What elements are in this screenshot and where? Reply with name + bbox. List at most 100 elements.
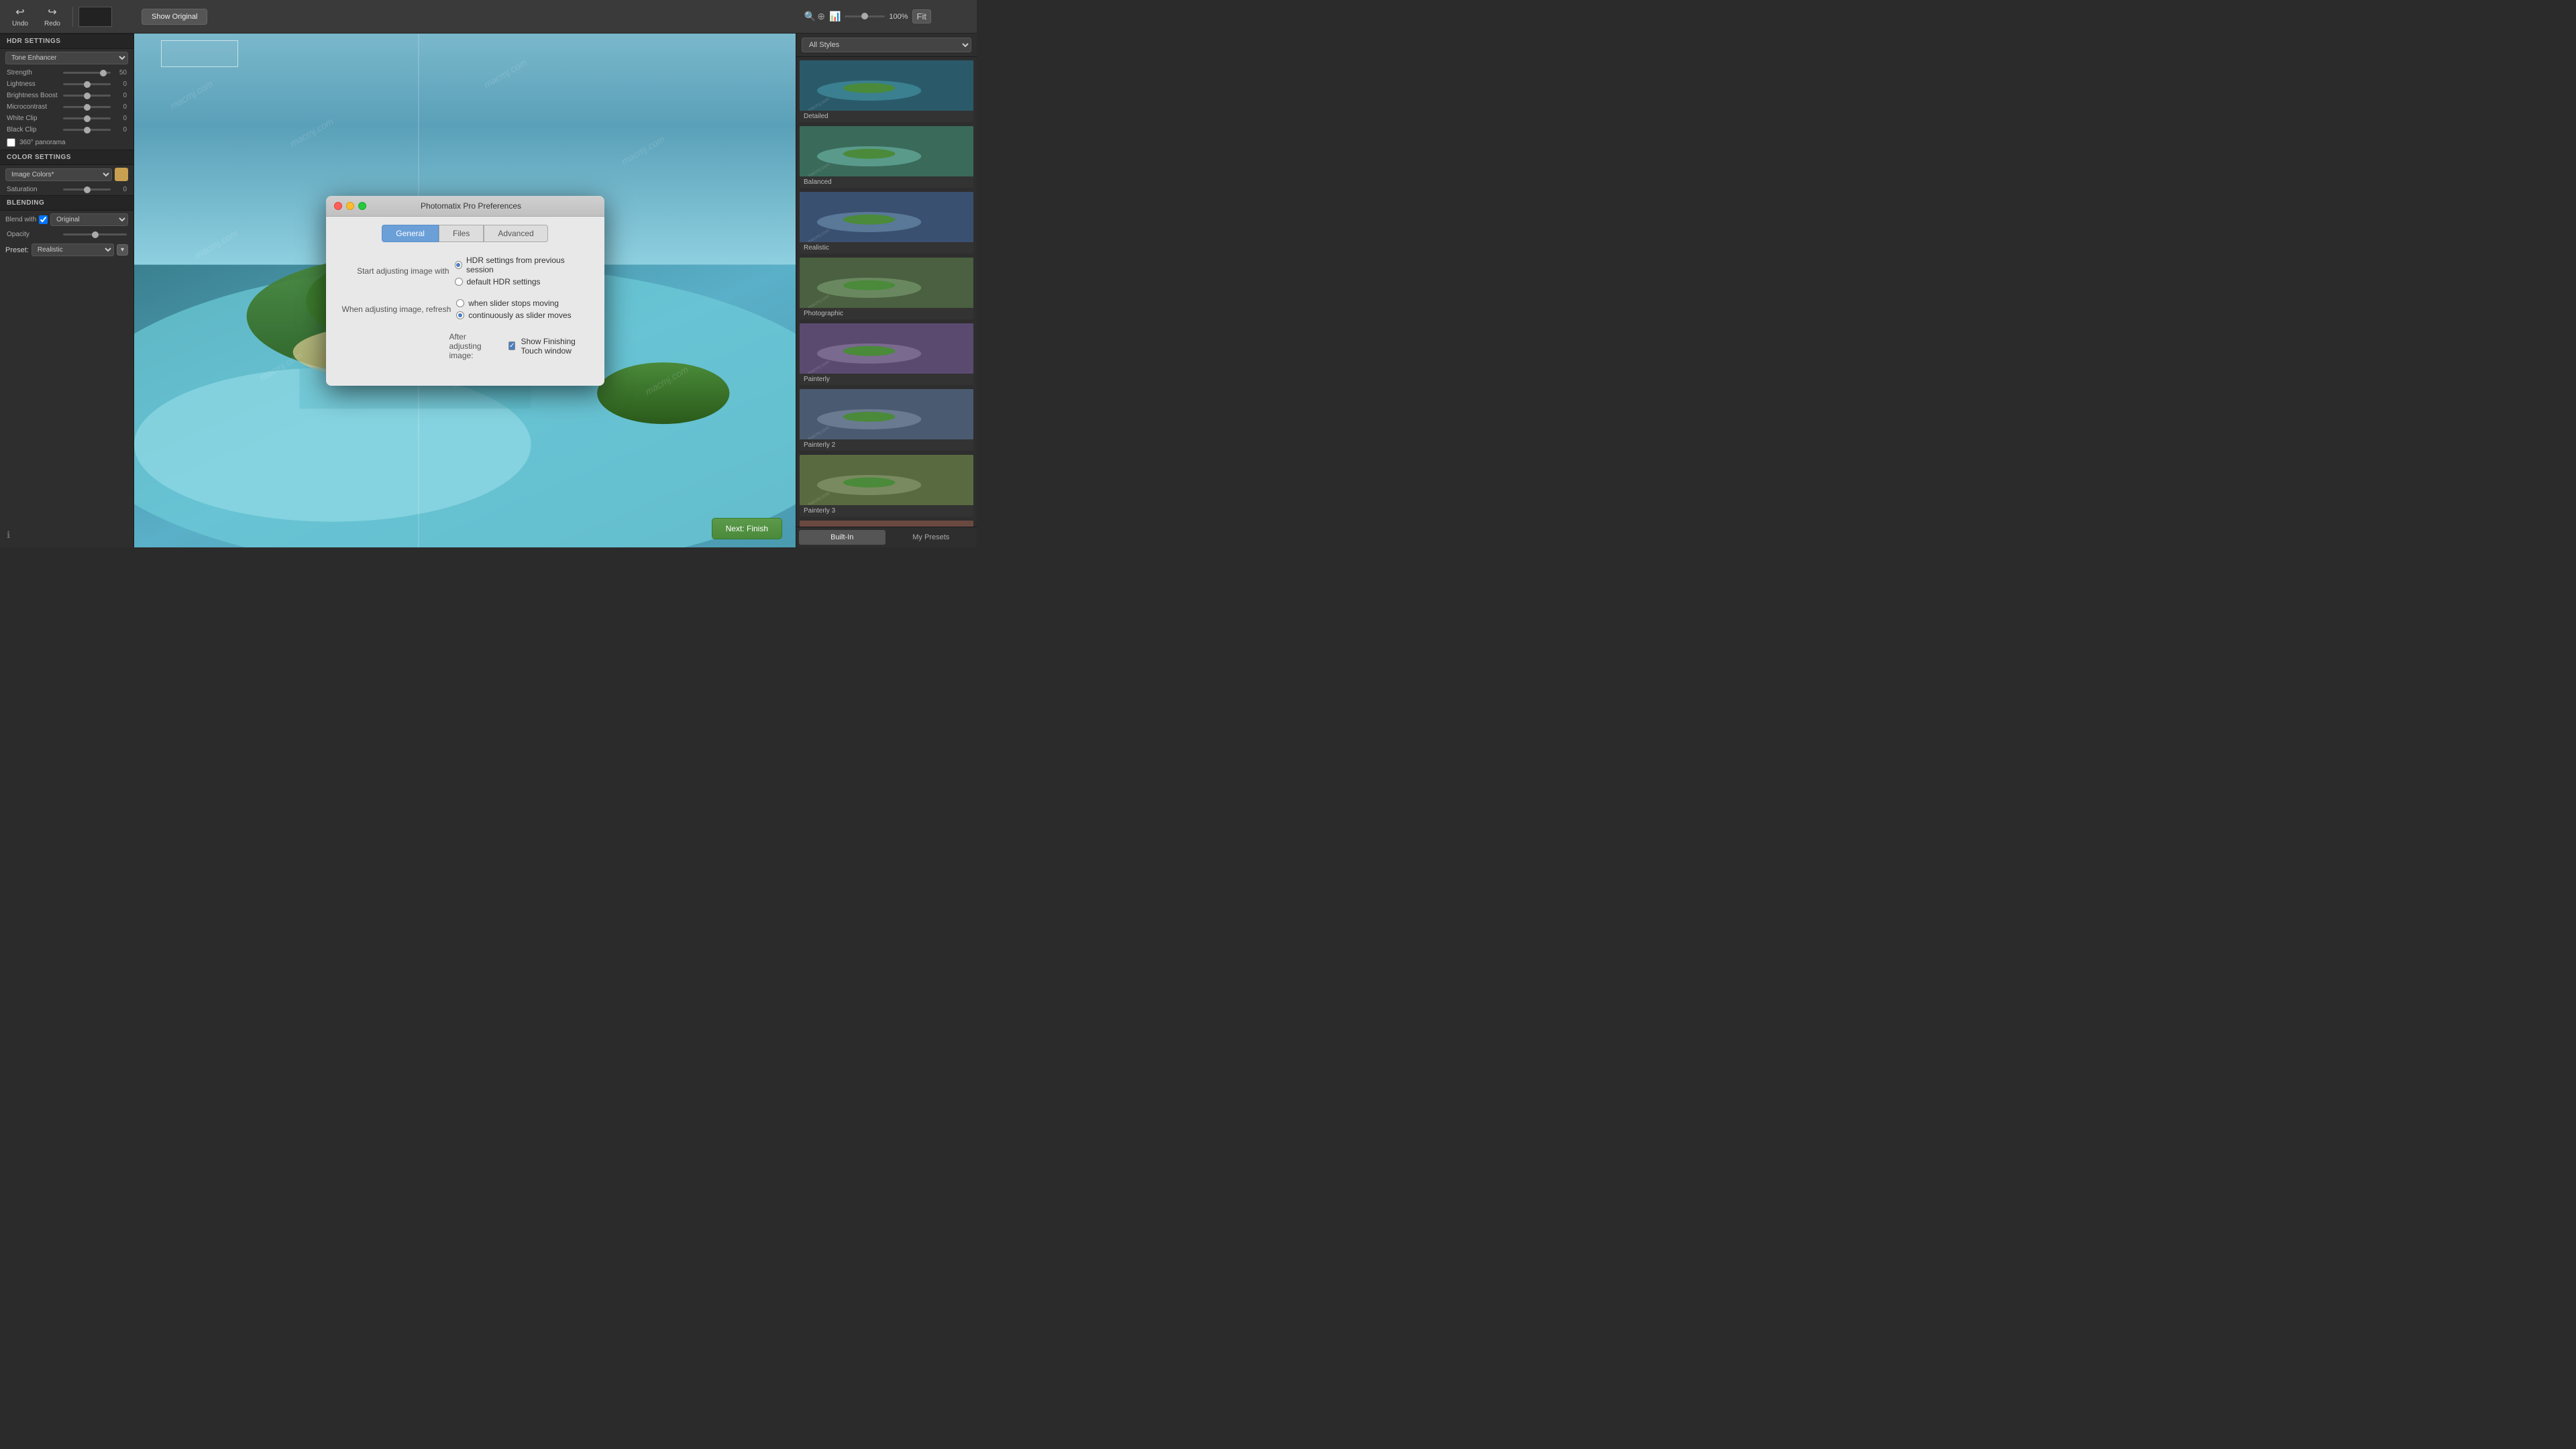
preset-label-realistic: Realistic <box>800 242 973 254</box>
preset-item-painterly[interactable]: macmj.com Painterly <box>799 323 974 386</box>
start-option-previous[interactable]: HDR settings from previous session <box>455 256 588 274</box>
opacity-slider[interactable] <box>63 233 127 235</box>
fit-button[interactable]: Fit <box>912 9 931 23</box>
blend-with-label: Blend with <box>5 216 36 223</box>
black-clip-label: Black Clip <box>7 126 60 133</box>
strength-slider[interactable] <box>63 72 111 74</box>
modal-overlay: Photomatix Pro Preferences General Files… <box>134 34 796 547</box>
refresh-row: When adjusting image, refresh when slide… <box>342 299 588 320</box>
separator-1 <box>72 7 73 27</box>
preset-item-painterly2[interactable]: macmj.com Painterly 2 <box>799 388 974 451</box>
refresh-option-continuous[interactable]: continuously as slider moves <box>456 311 571 320</box>
blend-with-row: Blend with Original <box>0 211 133 229</box>
histogram-button[interactable]: 📊 <box>829 11 841 22</box>
panorama-checkbox[interactable] <box>7 138 15 147</box>
start-adjusting-row: Start adjusting image with HDR settings … <box>342 256 588 286</box>
white-clip-slider[interactable] <box>63 117 111 119</box>
start-option-default-label: default HDR settings <box>467 277 541 286</box>
blend-with-select[interactable]: Original <box>50 213 128 226</box>
saturation-value: 0 <box>113 186 127 193</box>
start-radio-group: HDR settings from previous session defau… <box>455 256 588 286</box>
lightness-slider[interactable] <box>63 83 111 85</box>
modal-tab-general[interactable]: General <box>382 225 439 242</box>
modal-title: Photomatix Pro Preferences <box>370 201 572 211</box>
blend-checkbox[interactable] <box>39 215 48 224</box>
start-radio-default[interactable] <box>455 278 463 286</box>
start-option-previous-label: HDR settings from previous session <box>466 256 588 274</box>
black-clip-slider[interactable] <box>63 129 111 131</box>
start-option-default[interactable]: default HDR settings <box>455 277 588 286</box>
start-radio-previous[interactable] <box>455 261 463 269</box>
preset-select[interactable]: Realistic <box>32 244 114 256</box>
tone-enhancer-select[interactable]: Tone Enhancer <box>5 52 128 64</box>
tab-my-presets[interactable]: My Presets <box>888 530 975 545</box>
preset-item-realistic[interactable]: macmj.com Realistic <box>799 191 974 254</box>
refresh-radio-group: when slider stops moving continuously as… <box>456 299 571 320</box>
brightness-boost-control: Brightness Boost 0 <box>0 90 133 101</box>
refresh-radio-continuous[interactable] <box>456 311 464 319</box>
preset-label-photographic: Photographic <box>800 308 973 319</box>
refresh-option-stop[interactable]: when slider stops moving <box>456 299 571 308</box>
tab-built-in[interactable]: Built-In <box>799 530 885 545</box>
preset-thumb-realistic: macmj.com <box>800 192 973 242</box>
strength-value: 50 <box>113 69 127 76</box>
saturation-slider[interactable] <box>63 189 111 191</box>
color-picker-button[interactable] <box>115 168 128 181</box>
show-original-button[interactable]: Show Original <box>142 9 207 25</box>
saturation-label: Saturation <box>7 186 60 193</box>
preset-item-balanced[interactable]: macmj.com Balanced <box>799 125 974 189</box>
image-colors-row: Image Colors* <box>0 165 133 184</box>
preset-item-painterly3[interactable]: macmj.com Painterly 3 <box>799 454 974 517</box>
preset-item-painterly4[interactable]: macmj.com Painterly 4 <box>799 520 974 527</box>
brightness-boost-thumb <box>84 93 91 99</box>
zoom-in-button[interactable]: ⊕ <box>817 11 825 22</box>
zoom-slider-thumb <box>861 13 868 19</box>
saturation-thumb <box>84 186 91 193</box>
preset-thumb-painterly3: macmj.com <box>800 455 973 505</box>
panorama-label: 360° panorama <box>19 139 66 146</box>
after-adjusting-label: After adjusting image: <box>449 332 498 360</box>
preferences-dialog: Photomatix Pro Preferences General Files… <box>326 196 604 386</box>
refresh-label: When adjusting image, refresh <box>342 305 451 314</box>
info-icon[interactable]: ℹ <box>7 529 10 541</box>
modal-tab-files[interactable]: Files <box>439 225 484 242</box>
modal-tab-advanced[interactable]: Advanced <box>484 225 547 242</box>
preset-thumb-balanced: macmj.com <box>800 126 973 176</box>
minimize-button[interactable] <box>346 202 354 210</box>
finishing-touch-label: Show Finishing Touch window <box>521 337 588 356</box>
blending-section-header: BLENDING <box>0 195 133 211</box>
undo-label: Undo <box>12 20 28 28</box>
color-section-header: COLOR SETTINGS <box>0 150 133 165</box>
image-colors-select[interactable]: Image Colors* <box>5 168 112 181</box>
strength-control: Strength 50 <box>0 67 133 78</box>
brightness-boost-slider[interactable] <box>63 95 111 97</box>
redo-icon: ↪ <box>48 5 56 19</box>
white-clip-thumb <box>84 115 91 122</box>
preset-options-button[interactable]: ▾ <box>117 244 128 256</box>
lightness-control: Lightness 0 <box>0 78 133 90</box>
zoom-slider[interactable] <box>845 15 885 17</box>
preset-thumb-painterly: macmj.com <box>800 323 973 374</box>
redo-button[interactable]: ↪ Redo <box>38 3 67 30</box>
black-clip-control: Black Clip 0 <box>0 124 133 136</box>
white-clip-control: White Clip 0 <box>0 113 133 124</box>
styles-dropdown[interactable]: All Styles <box>802 38 971 52</box>
microcontrast-slider[interactable] <box>63 106 111 108</box>
start-adjusting-group: Start adjusting image with HDR settings … <box>342 256 588 286</box>
undo-button[interactable]: ↩ Undo <box>5 3 35 30</box>
refresh-option-continuous-label: continuously as slider moves <box>468 311 571 320</box>
finishing-touch-checkbox[interactable] <box>508 341 515 350</box>
preset-thumb-detailed: macmj.com <box>800 60 973 111</box>
strength-label: Strength <box>7 69 60 76</box>
refresh-option-stop-label: when slider stops moving <box>468 299 559 308</box>
zoom-out-button[interactable]: 🔍 <box>804 11 816 22</box>
refresh-radio-stop[interactable] <box>456 299 464 307</box>
close-button[interactable] <box>334 202 342 210</box>
preset-item-photographic[interactable]: macmj.com Photographic <box>799 257 974 320</box>
modal-tabs: General Files Advanced <box>326 217 604 242</box>
microcontrast-value: 0 <box>113 103 127 111</box>
maximize-button[interactable] <box>358 202 366 210</box>
brightness-boost-value: 0 <box>113 92 127 99</box>
saturation-control: Saturation 0 <box>0 184 133 195</box>
preset-item-detailed[interactable]: macmj.com Detailed <box>799 60 974 123</box>
